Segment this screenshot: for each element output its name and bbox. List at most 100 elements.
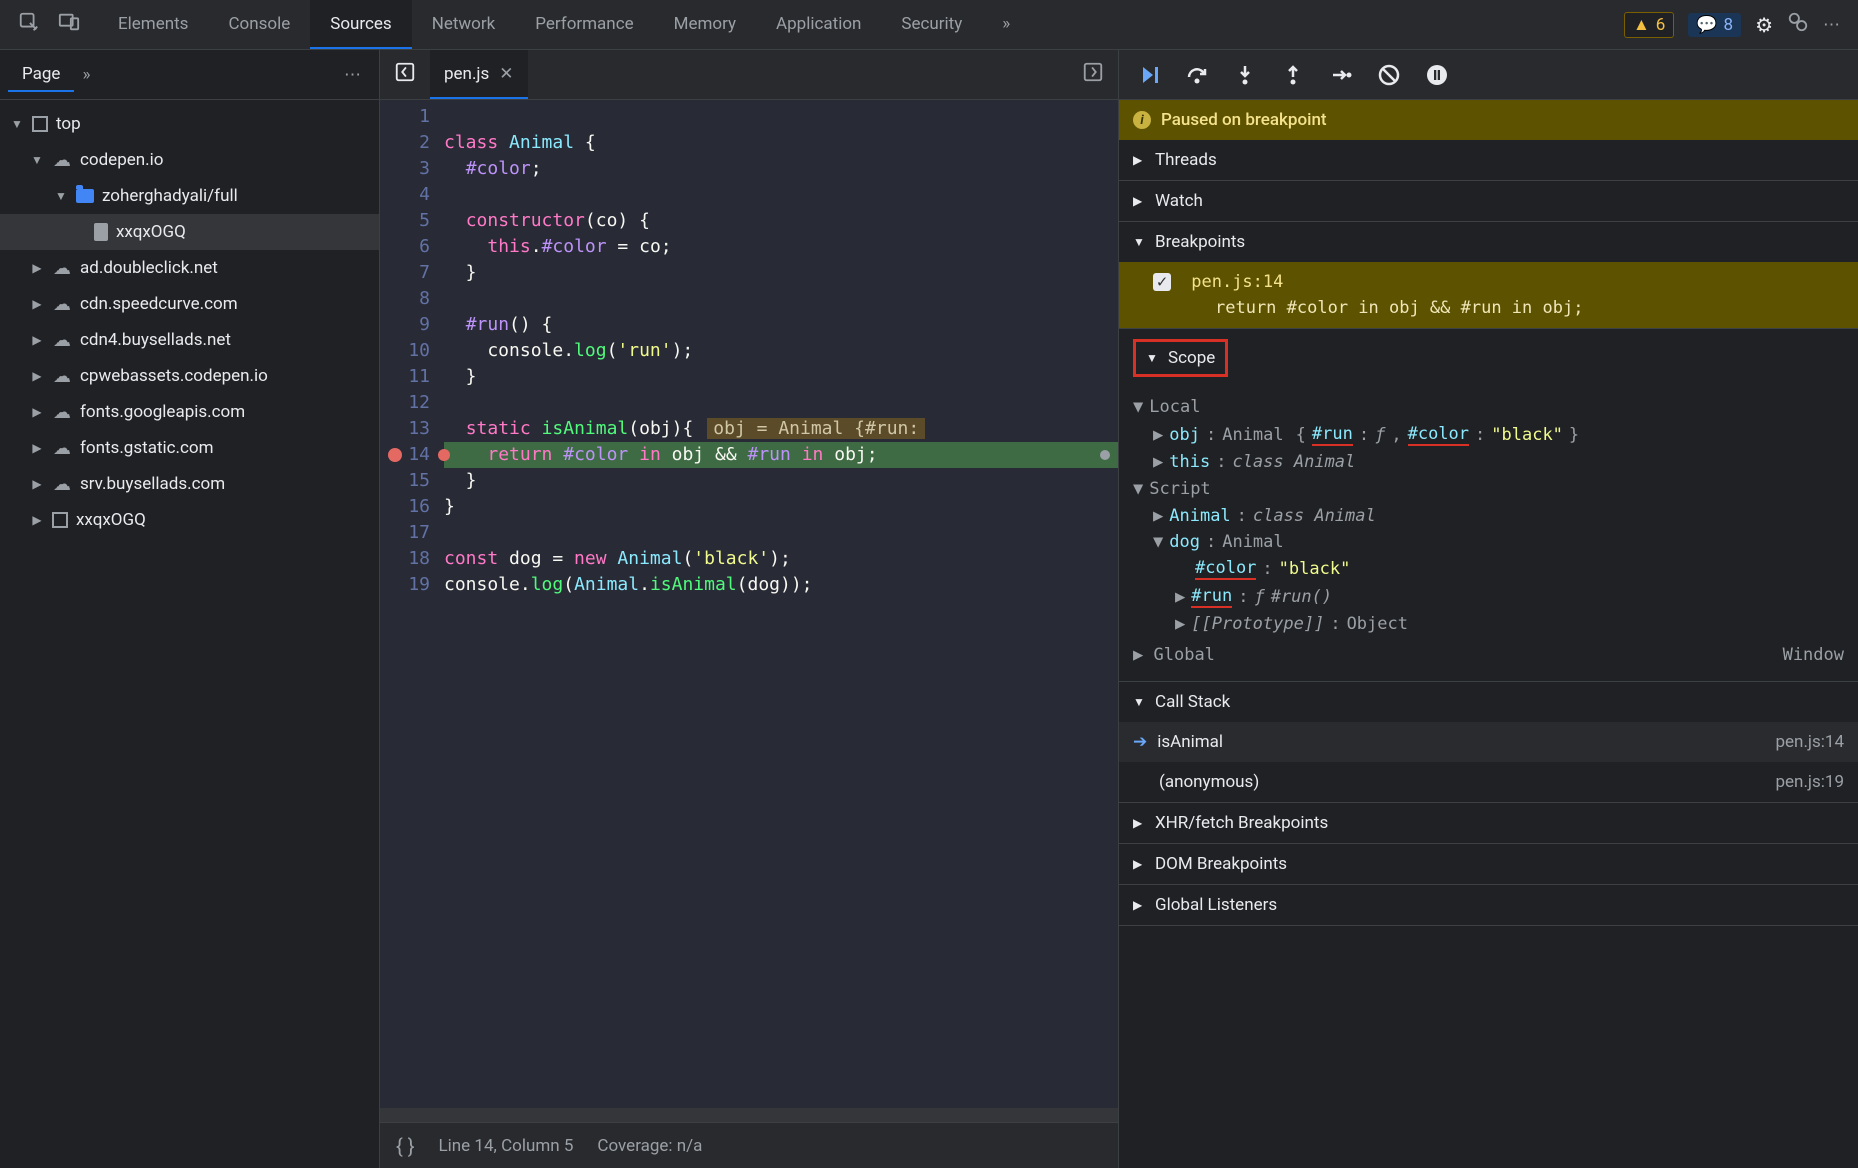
pause-banner: i Paused on breakpoint bbox=[1119, 100, 1858, 140]
tree-domain[interactable]: ▶srv.buysellads.com bbox=[0, 466, 379, 502]
debugger-panel: i Paused on breakpoint ▶Threads ▶Watch ▼… bbox=[1118, 50, 1858, 1168]
section-dom[interactable]: ▶DOM Breakpoints bbox=[1119, 844, 1858, 884]
section-breakpoints[interactable]: ▼Breakpoints bbox=[1119, 222, 1858, 262]
tree-label: codepen.io bbox=[80, 150, 163, 170]
horizontal-scrollbar[interactable] bbox=[380, 1108, 1118, 1122]
tab-memory[interactable]: Memory bbox=[654, 0, 756, 49]
section-label: Call Stack bbox=[1155, 692, 1230, 712]
tree-domain[interactable]: ▼ codepen.io bbox=[0, 142, 379, 178]
tree-domain[interactable]: ▶cdn.speedcurve.com bbox=[0, 286, 379, 322]
tree-child-frame[interactable]: ▶xxqxOGQ bbox=[0, 502, 379, 538]
tree-folder[interactable]: ▼ zoherghadyali/full bbox=[0, 178, 379, 214]
tree-domain[interactable]: ▶ad.doubleclick.net bbox=[0, 250, 379, 286]
editor-panel: pen.js ✕ 12345678910111213141516171819 c… bbox=[380, 50, 1118, 1168]
section-watch[interactable]: ▶Watch bbox=[1119, 181, 1858, 221]
pretty-print-icon[interactable]: { } bbox=[396, 1134, 415, 1158]
callstack-frame[interactable]: (anonymous) pen.js:19 bbox=[1119, 762, 1858, 802]
step-out-button[interactable] bbox=[1281, 63, 1305, 87]
navigator-tab-page[interactable]: Page bbox=[8, 58, 74, 92]
frame-icon bbox=[52, 512, 68, 528]
frame-location: pen.js:14 bbox=[1776, 732, 1845, 752]
tab-console[interactable]: Console bbox=[208, 0, 310, 49]
tree-label: fonts.googleapis.com bbox=[80, 402, 245, 422]
tree-label: cdn4.buysellads.net bbox=[80, 330, 231, 350]
resume-button[interactable] bbox=[1137, 63, 1161, 87]
code-area[interactable]: class Animal { #color; constructor(co) {… bbox=[444, 100, 1118, 1108]
tree-domain[interactable]: ▶cdn4.buysellads.net bbox=[0, 322, 379, 358]
tabs-overflow[interactable]: » bbox=[982, 0, 1030, 49]
navigator-tabs-overflow[interactable]: » bbox=[82, 65, 90, 85]
toggle-debugger-icon[interactable] bbox=[1068, 61, 1118, 88]
inspect-icon[interactable] bbox=[18, 11, 40, 38]
deactivate-breakpoints-button[interactable] bbox=[1377, 63, 1401, 87]
more-icon[interactable]: ⋯ bbox=[1823, 15, 1842, 35]
toggle-navigator-icon[interactable] bbox=[380, 61, 430, 88]
settings-icon[interactable]: ⚙ bbox=[1755, 13, 1773, 37]
editor-file-tab[interactable]: pen.js ✕ bbox=[430, 50, 528, 99]
scope-var-animal[interactable]: ▶ Animal: class Animal bbox=[1119, 503, 1858, 529]
scope-group-label: Local bbox=[1149, 397, 1200, 417]
cursor-position: Line 14, Column 5 bbox=[439, 1136, 574, 1156]
scope-local[interactable]: ▼Local bbox=[1119, 393, 1858, 421]
warning-count: 6 bbox=[1656, 15, 1666, 35]
info-icon: i bbox=[1133, 111, 1151, 129]
section-callstack[interactable]: ▼Call Stack bbox=[1119, 682, 1858, 722]
frame-name: isAnimal bbox=[1157, 732, 1223, 752]
step-over-button[interactable] bbox=[1185, 63, 1209, 87]
code-editor[interactable]: 12345678910111213141516171819 class Anim… bbox=[380, 100, 1118, 1108]
section-label: DOM Breakpoints bbox=[1155, 854, 1287, 874]
scope-var-dog-proto[interactable]: ▶ [[Prototype]]: Object bbox=[1119, 611, 1858, 637]
pause-message: Paused on breakpoint bbox=[1161, 110, 1327, 130]
debugger-toolbar bbox=[1119, 50, 1858, 100]
tree-label: cdn.speedcurve.com bbox=[80, 294, 238, 314]
breakpoint-checkbox[interactable]: ✓ bbox=[1153, 273, 1171, 291]
frame-name: (anonymous) bbox=[1133, 772, 1259, 792]
info-badge[interactable]: 💬8 bbox=[1688, 13, 1741, 37]
info-count: 8 bbox=[1724, 15, 1734, 35]
pause-on-exceptions-button[interactable] bbox=[1425, 63, 1449, 87]
scope-global[interactable]: ▶ Global Window bbox=[1119, 637, 1858, 673]
frame-location: pen.js:19 bbox=[1776, 772, 1845, 792]
section-global-listeners[interactable]: ▶Global Listeners bbox=[1119, 885, 1858, 925]
section-xhr[interactable]: ▶XHR/fetch Breakpoints bbox=[1119, 803, 1858, 843]
tab-security[interactable]: Security bbox=[881, 0, 982, 49]
tab-performance[interactable]: Performance bbox=[515, 0, 653, 49]
tab-sources[interactable]: Sources bbox=[310, 0, 411, 49]
callstack-frame[interactable]: ➔isAnimal pen.js:14 bbox=[1119, 722, 1858, 762]
navigator-more-icon[interactable]: ⋯ bbox=[334, 65, 371, 85]
tree-top-frame[interactable]: ▼ top bbox=[0, 106, 379, 142]
scope-var-dog-run[interactable]: ▶ #run: ƒ #run() bbox=[1119, 583, 1858, 611]
var-name: #run bbox=[1191, 586, 1232, 608]
warning-badge[interactable]: ▲6 bbox=[1624, 12, 1674, 38]
section-label: Global Listeners bbox=[1155, 895, 1277, 915]
scope-var-dog[interactable]: ▼ dog: Animal bbox=[1119, 529, 1858, 555]
scope-var-obj[interactable]: ▶ obj: Animal {#run: ƒ, #color: "black"} bbox=[1119, 421, 1858, 449]
tab-elements[interactable]: Elements bbox=[98, 0, 208, 49]
customize-icon[interactable] bbox=[1787, 11, 1809, 38]
section-threads[interactable]: ▶Threads bbox=[1119, 140, 1858, 180]
tab-application[interactable]: Application bbox=[756, 0, 881, 49]
cloud-icon bbox=[52, 402, 72, 422]
section-scope[interactable]: ▼Scope bbox=[1119, 329, 1858, 387]
var-type: Animal bbox=[1222, 425, 1283, 445]
gutter[interactable]: 12345678910111213141516171819 bbox=[380, 100, 444, 1108]
cloud-icon bbox=[52, 150, 72, 170]
tree-domain[interactable]: ▶fonts.googleapis.com bbox=[0, 394, 379, 430]
step-into-button[interactable] bbox=[1233, 63, 1257, 87]
scope-var-this[interactable]: ▶ this: class Animal bbox=[1119, 449, 1858, 475]
tree-file[interactable]: xxqxOGQ bbox=[0, 214, 379, 250]
tab-network[interactable]: Network bbox=[412, 0, 516, 49]
tree-domain[interactable]: ▶cpwebassets.codepen.io bbox=[0, 358, 379, 394]
scope-var-dog-color[interactable]: #color: "black" bbox=[1119, 555, 1858, 583]
file-tab-label: pen.js bbox=[444, 64, 489, 84]
step-button[interactable] bbox=[1329, 63, 1353, 87]
breakpoint-label: pen.js:14 bbox=[1191, 272, 1283, 292]
device-toggle-icon[interactable] bbox=[58, 11, 80, 38]
scope-script[interactable]: ▼Script bbox=[1119, 475, 1858, 503]
tree-domain[interactable]: ▶fonts.gstatic.com bbox=[0, 430, 379, 466]
var-name: Animal bbox=[1169, 506, 1230, 526]
tree-label: top bbox=[56, 114, 81, 134]
file-icon bbox=[94, 223, 108, 241]
breakpoint-entry[interactable]: ✓ pen.js:14 return #color in obj && #run… bbox=[1119, 262, 1858, 328]
close-tab-icon[interactable]: ✕ bbox=[499, 64, 513, 84]
